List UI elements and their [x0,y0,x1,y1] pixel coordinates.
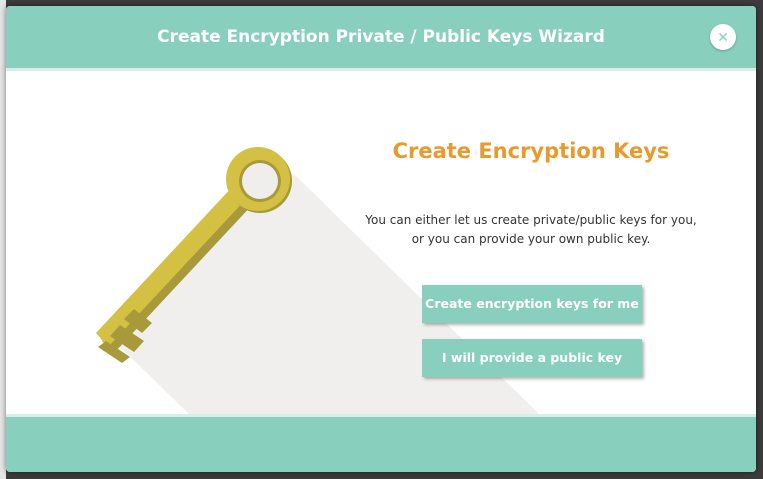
dialog-title: Create Encryption Private / Public Keys … [157,27,605,47]
description-text: You can either let us create private/pub… [351,211,711,249]
description-line-2: or you can provide your own public key. [411,232,651,246]
dialog-footer [6,417,756,472]
section-heading: Create Encryption Keys [392,139,670,163]
close-icon [715,29,731,45]
create-keys-button[interactable]: Create encryption keys for me [422,285,642,323]
wizard-dialog: Create Encryption Private / Public Keys … [6,6,756,472]
provide-public-key-button[interactable]: I will provide a public key [422,339,642,377]
dialog-body: Create Encryption Keys You can either le… [6,71,756,416]
close-button[interactable] [710,24,736,50]
dialog-header: Create Encryption Private / Public Keys … [6,6,756,68]
description-line-1: You can either let us create private/pub… [365,213,697,227]
